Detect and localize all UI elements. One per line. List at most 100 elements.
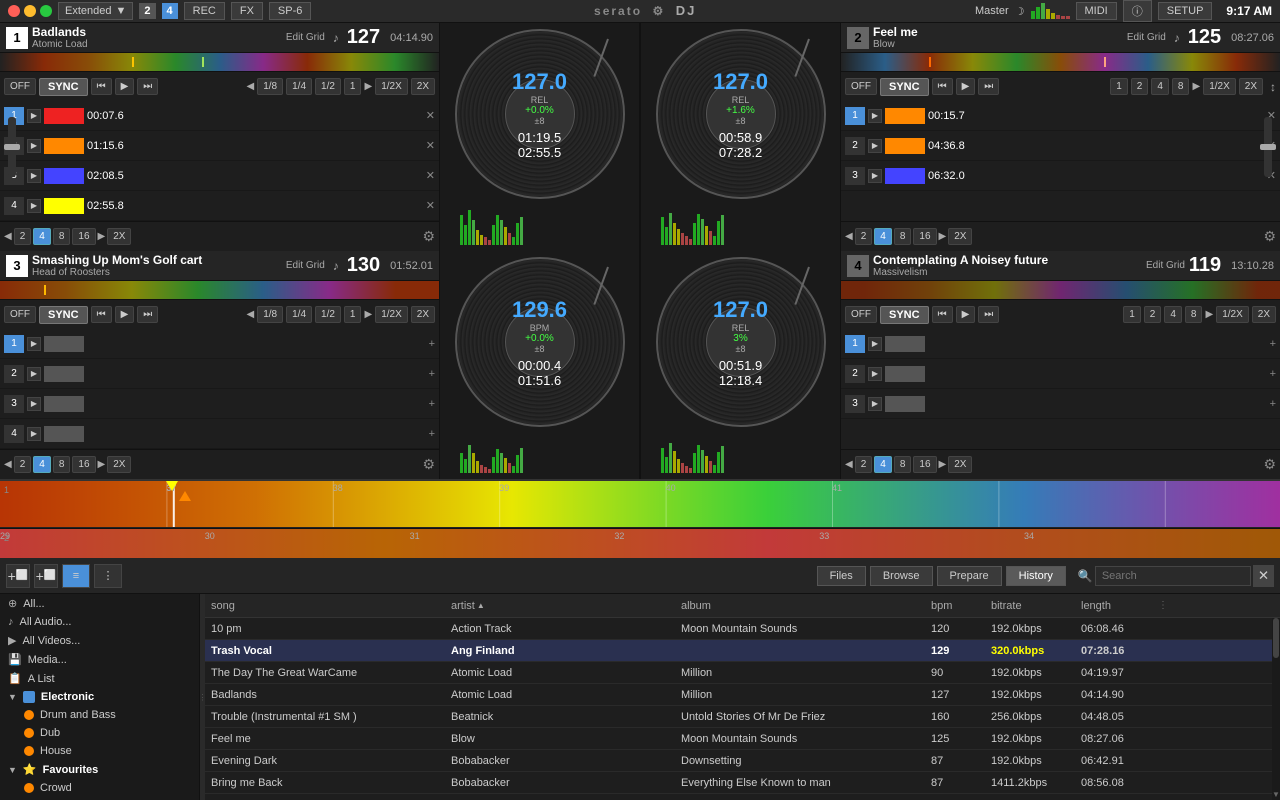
deck1-loop-1-2x[interactable]: 1/2X	[375, 78, 408, 95]
deck1-cue2-del[interactable]: ✕	[426, 139, 435, 152]
deck3-cue1-num[interactable]: 1	[4, 335, 24, 353]
deck3-loop-2x[interactable]: 2X	[411, 306, 435, 323]
view-grid-btn[interactable]: ⋮	[94, 564, 122, 588]
deck3-loop2-2x[interactable]: 2X	[107, 456, 131, 473]
prepare-tab[interactable]: Prepare	[937, 566, 1002, 586]
files-tab[interactable]: Files	[817, 566, 866, 586]
sidebar-all[interactable]: ⊕ All...	[0, 594, 199, 613]
deck1-loop2-arrow-r[interactable]: ▶	[98, 231, 106, 242]
deck1-cue4-play[interactable]: ▶	[27, 199, 41, 213]
minimize-btn[interactable]	[24, 5, 36, 17]
deck3-play-btn[interactable]: ▶	[115, 306, 135, 323]
deck1-cue1-del[interactable]: ✕	[426, 109, 435, 122]
deck1-edit-grid[interactable]: Edit Grid	[286, 32, 325, 43]
table-row[interactable]: 10 pm Action Track Moon Mountain Sounds …	[205, 618, 1280, 640]
deck2-sync-btn[interactable]: SYNC	[880, 78, 929, 96]
sidebar-electronic[interactable]: ▼ Electronic	[0, 688, 199, 706]
deck2-cue2-num[interactable]: 2	[845, 137, 865, 155]
deck4-loop2-arrow-l[interactable]: ◀	[845, 459, 853, 470]
deck1-cue3-play[interactable]: ▶	[27, 169, 41, 183]
deck1-cue4-del[interactable]: ✕	[426, 199, 435, 212]
table-row[interactable]: Trash Vocal Ang Finland 129 320.0kbps 07…	[205, 640, 1280, 662]
th-song[interactable]: song	[205, 600, 445, 612]
deck2-loop-1-2x[interactable]: 1/2X	[1203, 78, 1236, 95]
deck1-cue2-play[interactable]: ▶	[27, 139, 41, 153]
deck4-loop-2x[interactable]: 2X	[1252, 306, 1276, 323]
deck4-cue3-plus[interactable]: +	[1270, 398, 1276, 410]
setup-button[interactable]: SETUP	[1158, 2, 1213, 20]
deck1-loop-1-8[interactable]: 1/8	[257, 78, 283, 95]
table-row[interactable]: Bring me Back Bobabacker Everything Else…	[205, 772, 1280, 794]
maximize-btn[interactable]	[40, 5, 52, 17]
deck3-loop-1-4[interactable]: 1/4	[286, 306, 312, 323]
deck3-settings-icon[interactable]: ⚙	[422, 456, 435, 473]
deck3-loop-1-2[interactable]: 1/2	[315, 306, 341, 323]
deck1-loop-1[interactable]: 1	[344, 78, 362, 95]
search-input[interactable]	[1095, 566, 1251, 586]
deck4-cue2-play[interactable]: ▶	[868, 367, 882, 381]
deck4-loop-4[interactable]: 4	[1164, 306, 1182, 323]
deck2-loop2-2x[interactable]: 2X	[948, 228, 972, 245]
pitch-handle-2[interactable]	[4, 144, 20, 150]
deck3-cue4-play[interactable]: ▶	[27, 427, 41, 441]
deck2-loop2-16[interactable]: 16	[913, 228, 936, 245]
deck2-cue3-play[interactable]: ▶	[868, 169, 882, 183]
deck2-next-btn[interactable]: ⏭	[978, 78, 999, 95]
deck1-cue1-play[interactable]: ▶	[27, 109, 41, 123]
deck3-prev-btn[interactable]: ⏮	[91, 306, 112, 323]
history-tab[interactable]: History	[1006, 566, 1066, 586]
deck3-cue2-play[interactable]: ▶	[27, 367, 41, 381]
deck3-cue1-play[interactable]: ▶	[27, 337, 41, 351]
deck3-loop2-arrow-r[interactable]: ▶	[98, 459, 106, 470]
scrollbar-down[interactable]: ▼	[1272, 788, 1280, 800]
deck1-loop-arrow-r[interactable]: ▶	[364, 81, 372, 92]
deck-num-4[interactable]: 4	[162, 3, 178, 19]
deck4-loop2-2x[interactable]: 2X	[948, 456, 972, 473]
deck4-cue1-num[interactable]: 1	[845, 335, 865, 353]
deck3-loop2-8[interactable]: 8	[53, 456, 71, 473]
deck2-edit-grid[interactable]: Edit Grid	[1127, 32, 1166, 43]
deck2-loop-8[interactable]: 8	[1172, 78, 1190, 95]
th-length[interactable]: length	[1075, 600, 1155, 612]
deck3-loop-arrow-l[interactable]: ◀	[247, 309, 255, 320]
rec-button[interactable]: REC	[184, 2, 225, 20]
deck1-prev-btn[interactable]: ⏮	[91, 78, 112, 95]
deck4-loop2-8[interactable]: 8	[894, 456, 912, 473]
deck2-loop-1[interactable]: 1	[1110, 78, 1128, 95]
deck4-prev-btn[interactable]: ⏮	[932, 306, 953, 323]
deck1-cue3-del[interactable]: ✕	[426, 169, 435, 182]
deck2-off-btn[interactable]: OFF	[845, 78, 877, 95]
deck3-cue2-plus[interactable]: +	[429, 368, 435, 380]
pitch-slider-1[interactable]	[1264, 117, 1272, 177]
sidebar-crowd[interactable]: Crowd	[0, 779, 199, 797]
sidebar-all-audio[interactable]: ♪ All Audio...	[0, 613, 199, 631]
deck4-loop-1[interactable]: 1	[1123, 306, 1141, 323]
deck3-off-btn[interactable]: OFF	[4, 306, 36, 323]
deck3-loop-1[interactable]: 1	[344, 306, 362, 323]
info-button[interactable]: ⓘ	[1123, 0, 1152, 22]
deck2-loop2-4[interactable]: 4	[874, 228, 892, 245]
table-row[interactable]: Feel me Blow Moon Mountain Sounds 125 19…	[205, 728, 1280, 750]
pitch-handle-1[interactable]	[1260, 144, 1276, 150]
deck4-loop2-2[interactable]: 2	[855, 456, 873, 473]
sidebar-favourites[interactable]: ▼ ⭐ Favourites	[0, 760, 199, 779]
mode-selector[interactable]: Extended ▼	[58, 2, 133, 20]
deck4-settings-icon[interactable]: ⚙	[1263, 456, 1276, 473]
deck3-loop2-2[interactable]: 2	[14, 456, 32, 473]
deck3-cue3-play[interactable]: ▶	[27, 397, 41, 411]
table-row[interactable]: Evening Dark Bobabacker Downsetting 87 1…	[205, 750, 1280, 772]
deck2-cue1-play[interactable]: ▶	[868, 109, 882, 123]
deck4-loop2-4[interactable]: 4	[874, 456, 892, 473]
deck4-loop2-16[interactable]: 16	[913, 456, 936, 473]
deck1-loop-1-2[interactable]: 1/2	[315, 78, 341, 95]
sidebar-a-list[interactable]: 📋 A List	[0, 669, 199, 688]
deck4-cue3-play[interactable]: ▶	[868, 397, 882, 411]
add-crate-btn[interactable]: + ⬜	[6, 564, 30, 588]
th-bitrate[interactable]: bitrate	[985, 600, 1075, 612]
deck1-loop2-arrow-l[interactable]: ◀	[4, 231, 12, 242]
deck1-sync-btn[interactable]: SYNC	[39, 78, 88, 96]
deck3-edit-grid[interactable]: Edit Grid	[286, 260, 325, 271]
deck4-off-btn[interactable]: OFF	[845, 306, 877, 323]
add-smartcrate-btn[interactable]: + ⬜	[34, 564, 58, 588]
table-row[interactable]: Wet Plastic Brain over a hill hug It Or …	[205, 794, 1280, 800]
